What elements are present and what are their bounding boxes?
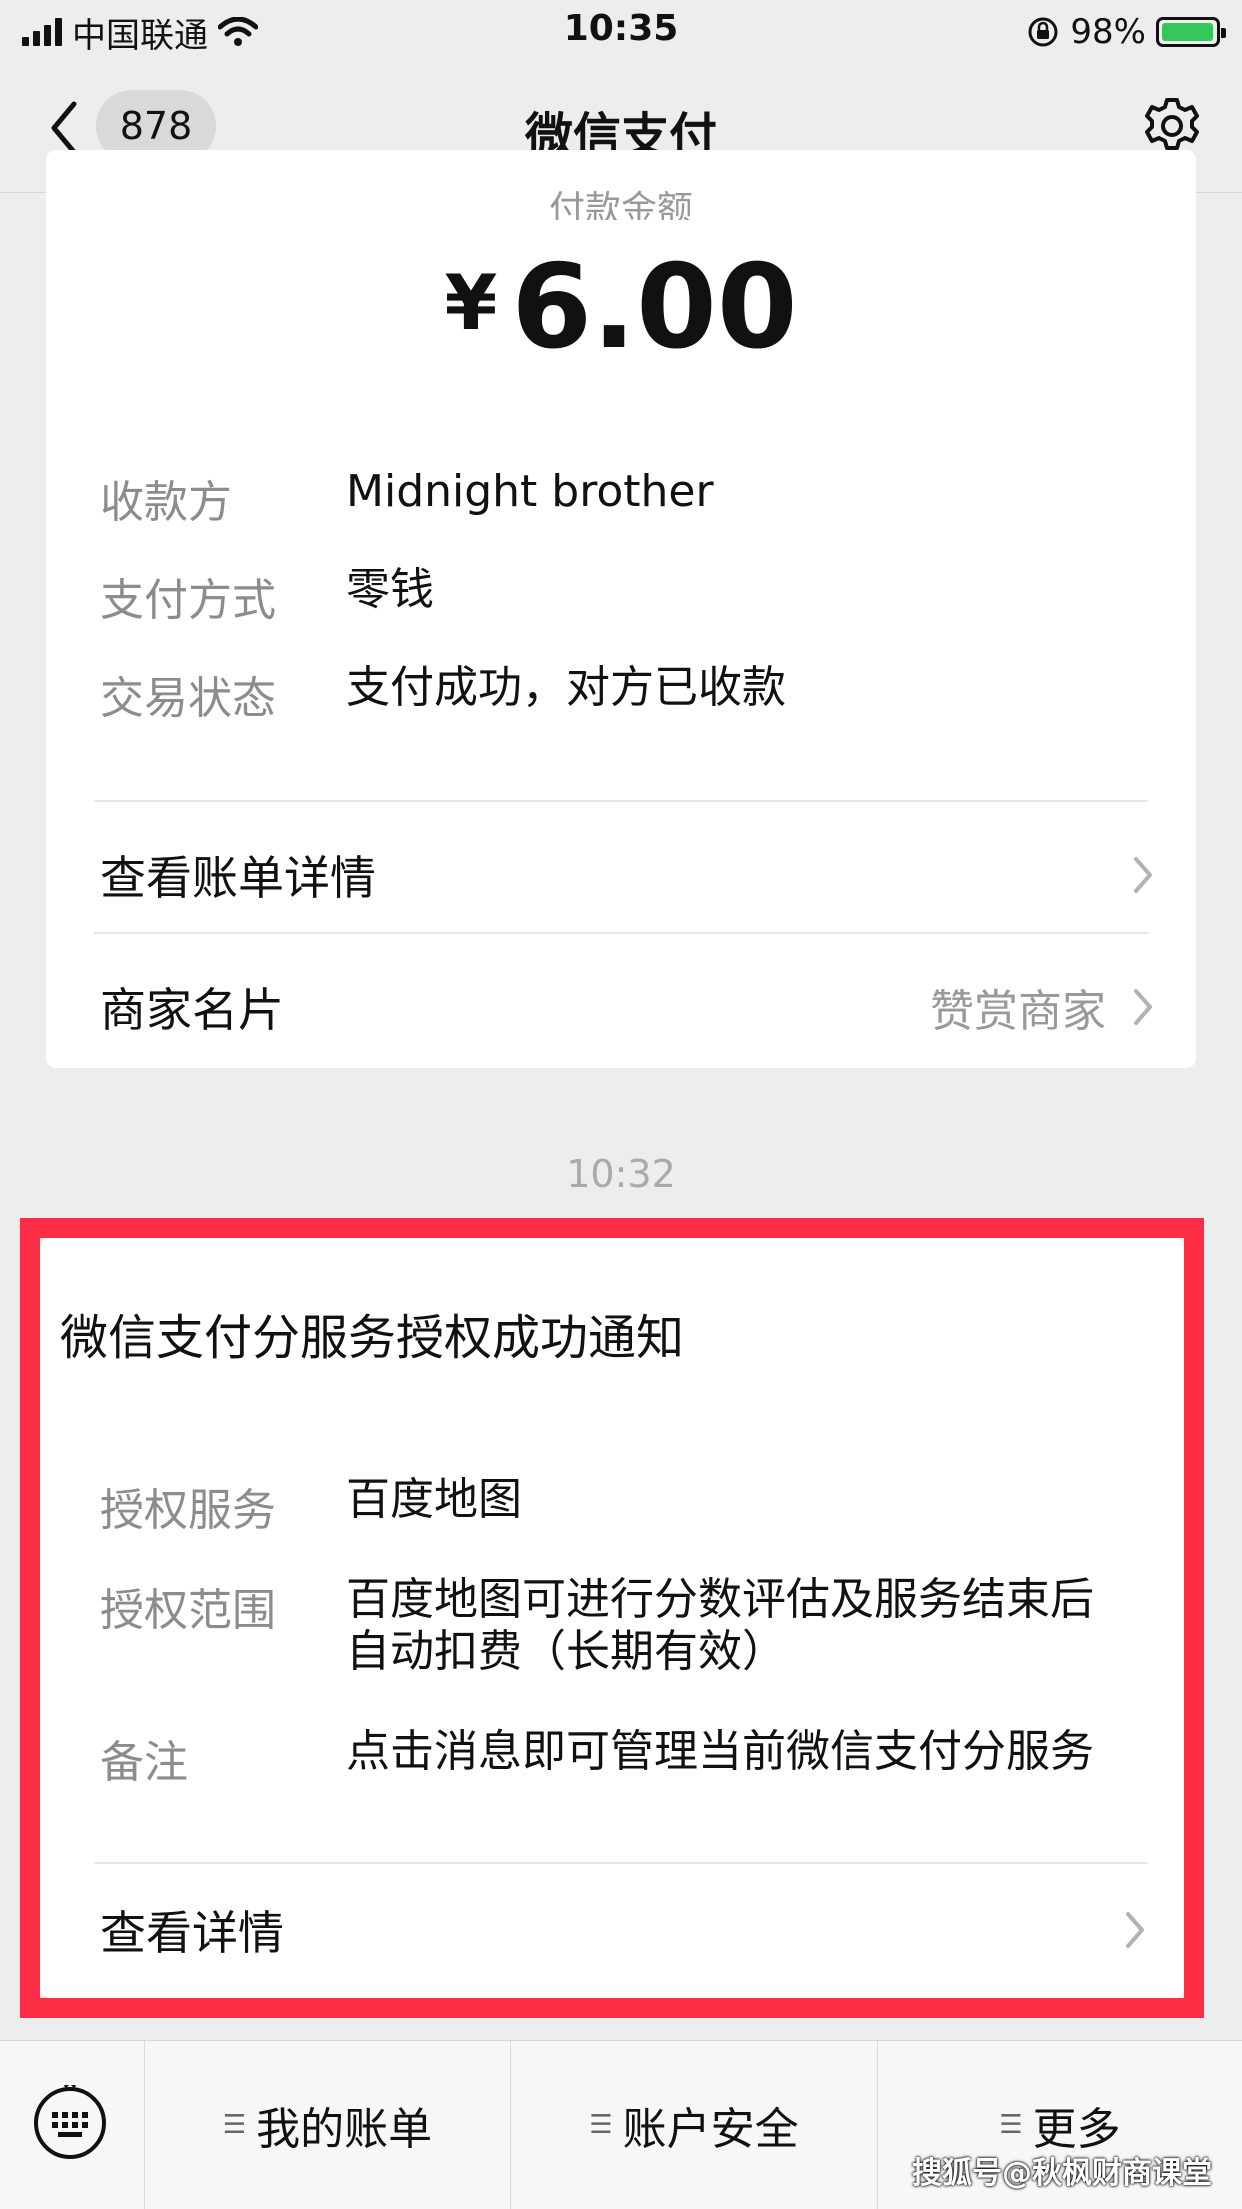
chevron-right-icon xyxy=(1126,1912,1144,1948)
field-value: 点击消息即可管理当前微信支付分服务 xyxy=(346,1726,1094,1777)
watermark: 搜狐号@秋枫财商课堂 xyxy=(912,2156,1212,2191)
field-value: 百度地图可进行分数评估及服务结束后 自动扣费（长期有效） xyxy=(346,1574,1094,1677)
amount-label: 付款金额 xyxy=(548,189,693,230)
status-right: 98% xyxy=(1026,10,1226,54)
menu-lines-icon: ☰ xyxy=(222,2110,247,2140)
field-value: 零钱 xyxy=(346,564,434,615)
merchant-card-label: 商家名片 xyxy=(100,983,284,1037)
rotation-lock-icon xyxy=(1028,17,1058,47)
menu-account-security[interactable]: ☰ 账户安全 xyxy=(511,2041,877,2209)
battery-fill xyxy=(1162,23,1213,41)
view-detail-row[interactable]: 查看详情 xyxy=(100,1882,1146,1978)
bill-detail-row[interactable]: 查看账单详情 xyxy=(100,830,1154,920)
divider xyxy=(94,932,1148,934)
field-label: 备注 xyxy=(100,1737,188,1788)
field-authorized-service: 授权服务 百度地图 xyxy=(100,1474,1150,1538)
menu-my-bill[interactable]: ☰ 我的账单 xyxy=(145,2041,510,2209)
notice-title: 微信支付分服务授权成功通知 xyxy=(60,1310,685,1366)
menu-lines-icon: ☰ xyxy=(999,2110,1023,2140)
status-bar: 中国联通 10:35 98% xyxy=(0,0,1242,64)
merchant-card-row[interactable]: 商家名片 赞赏商家 xyxy=(100,962,1154,1052)
field-label: 授权范围 xyxy=(100,1585,276,1636)
field-remark: 备注 点击消息即可管理当前微信支付分服务 xyxy=(100,1726,1150,1790)
menu-label: 我的账单 xyxy=(256,2104,433,2155)
field-transaction-status: 交易状态 支付成功，对方已收款 xyxy=(100,662,1150,726)
message-timestamp: 10:32 xyxy=(566,1152,676,1196)
menu-lines-icon: ☰ xyxy=(589,2110,613,2140)
tip-merchant-label[interactable]: 赞赏商家 xyxy=(930,975,1106,1039)
field-label: 授权服务 xyxy=(100,1485,276,1536)
chevron-right-icon xyxy=(1134,857,1152,893)
chevron-right-icon xyxy=(1134,989,1152,1025)
field-payment-method: 支付方式 零钱 xyxy=(100,564,1150,628)
battery-icon xyxy=(1156,17,1226,47)
field-value: 百度地图 xyxy=(346,1474,522,1525)
divider xyxy=(94,1862,1148,1864)
field-label: 交易状态 xyxy=(100,673,276,724)
keyboard-icon[interactable] xyxy=(32,2085,108,2161)
field-label: 收款方 xyxy=(100,477,232,528)
field-value: Midnight brother xyxy=(346,466,714,517)
menu-label: 账户安全 xyxy=(622,2104,799,2155)
payment-card[interactable]: 付款金额 ¥6.00 收款方 Midnight brother 支付方式 零钱 … xyxy=(46,150,1196,1068)
bill-detail-label: 查看账单详情 xyxy=(100,851,376,905)
battery-percent: 98% xyxy=(1070,12,1146,52)
view-detail-label: 查看详情 xyxy=(100,1906,284,1960)
field-label: 支付方式 xyxy=(100,575,276,626)
payment-amount: ¥6.00 xyxy=(46,240,1196,375)
gear-icon[interactable] xyxy=(1140,94,1204,158)
amount-value: 6.00 xyxy=(511,240,798,375)
field-authorized-scope: 授权范围 百度地图可进行分数评估及服务结束后 自动扣费（长期有效） xyxy=(100,1574,1150,1678)
field-payee: 收款方 Midnight brother xyxy=(100,466,1150,530)
currency-symbol: ¥ xyxy=(444,258,498,347)
field-value: 支付成功，对方已收款 xyxy=(346,662,786,713)
divider xyxy=(94,800,1148,802)
